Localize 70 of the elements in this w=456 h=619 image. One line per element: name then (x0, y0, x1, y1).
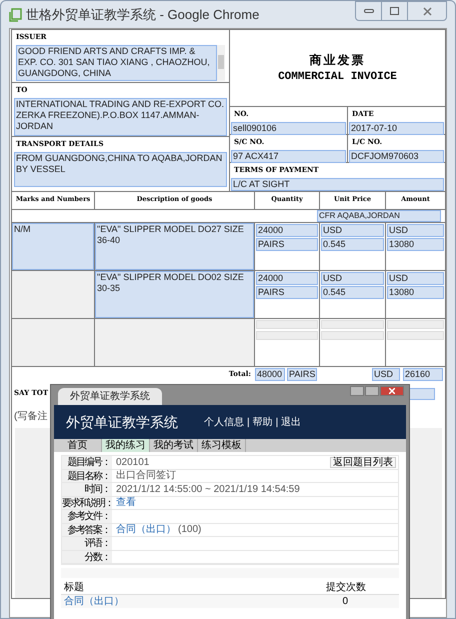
input-field[interactable] (256, 320, 318, 328)
input-field[interactable]: 0.545 (321, 238, 384, 250)
input-field[interactable]: sell090106 (231, 122, 346, 134)
field-label: 题目名称： (62, 470, 112, 482)
input-field[interactable]: 13080 (387, 238, 444, 250)
window-title: 世格外贸单证教学系统 - Google Chrome (26, 6, 260, 24)
table-link[interactable]: 合同（出口） (64, 595, 124, 608)
answer-link[interactable]: 合同（出口） (116, 523, 176, 536)
field-value: 出口合同签订 (116, 469, 176, 482)
text-area[interactable]: "EVA" SLIPPER MODEL DO27 SIZE 36-40 (95, 222, 254, 270)
text-area[interactable]: FROM GUANGDONG,CHINA TO AQABA,JORDAN BY VESSEL (14, 152, 227, 186)
header-link[interactable]: 退出 (281, 414, 302, 430)
input-field[interactable]: 24000 (256, 224, 318, 236)
text-area[interactable]: "EVA" SLIPPER MODEL DO02 SIZE 30-35 (95, 270, 254, 318)
table-cell: 0 (342, 595, 348, 608)
close-icon (389, 388, 395, 394)
column-header: 提交次数 (326, 581, 366, 594)
field-label: 参考答案： (62, 524, 112, 536)
separator-text: | (276, 416, 278, 430)
field-label: 时间： (62, 483, 112, 496)
input-field[interactable]: 26160 (403, 368, 443, 380)
input-field[interactable]: CFR AQABA,JORDAN (317, 210, 441, 222)
input-field[interactable]: 48000 (255, 368, 285, 380)
scrollbar-icon (217, 44, 225, 80)
input-field[interactable] (321, 320, 384, 328)
app-icon (9, 8, 22, 22)
back-button[interactable]: 返回题目列表 (330, 456, 396, 468)
invoice-title: 商业发票 (310, 52, 366, 69)
input-field[interactable]: 13080 (387, 286, 444, 298)
input-field[interactable]: 2017-07-10 (349, 122, 444, 134)
field-label: 评语： (62, 537, 112, 550)
input-field[interactable]: USD (372, 368, 400, 380)
input-field[interactable]: USD (321, 224, 384, 236)
input-field[interactable]: DCFJOM970603 (349, 150, 444, 162)
input-field[interactable] (387, 330, 444, 340)
input-field[interactable] (321, 330, 384, 340)
input-field[interactable]: 0.545 (321, 286, 384, 298)
column-header: 标题 (64, 581, 84, 594)
close-icon (422, 6, 432, 16)
separator-text: | (247, 416, 250, 430)
browser-tab[interactable]: 外贸单证教学系统 (58, 388, 162, 405)
text-area[interactable]: GOOD FRIEND ARTS AND CRAFTS IMP. & EXP. CO. 301 SAN TIAO XIANG , CHAOZHOU, GUANGDONG, CHINA (16, 44, 217, 80)
input-field[interactable] (256, 330, 318, 340)
input-field[interactable]: 97 ACX417 (231, 150, 346, 162)
header-link[interactable]: 帮助 (252, 414, 273, 430)
field-label: 要求和说明： (62, 496, 112, 509)
input-field[interactable]: PAIRS (287, 368, 317, 380)
input-field[interactable]: USD (321, 272, 384, 284)
field-label: 分数： (62, 550, 112, 563)
invoice-subtitle: COMMERCIAL INVOICE (278, 70, 397, 85)
field-label: 参考文件： (62, 510, 112, 522)
input-field[interactable]: USD (387, 224, 444, 236)
note-text: (写备注 (13, 410, 48, 424)
input-field[interactable] (387, 320, 444, 328)
text-area[interactable]: INTERNATIONAL TRADING AND RE-EXPORT CO. ZERKA FREEZONE).P.O.BOX 1147.AMMAN-JORDAN (14, 98, 227, 136)
field-value: 2021/1/12 14:55:00 ~ 2021/1/19 14:54:59 (116, 482, 300, 496)
input-field[interactable]: PAIRS (256, 286, 318, 298)
input-field[interactable]: PAIRS (256, 238, 318, 250)
answer-link[interactable]: 查看 (116, 496, 136, 510)
nav-tab[interactable]: 我的练习 (102, 439, 150, 452)
field-value: 020101 (116, 456, 150, 469)
input-field[interactable]: USD (387, 272, 444, 284)
input-field[interactable]: L/C AT SIGHT (231, 178, 444, 190)
field-label: 题目编号： (62, 456, 112, 468)
app-title: 外贸单证教学系统 (66, 412, 178, 432)
text-area[interactable]: N/M (12, 222, 94, 270)
score-text: (100) (178, 523, 202, 536)
input-field[interactable]: 24000 (256, 272, 318, 284)
close-button[interactable] (380, 386, 404, 396)
header-link[interactable]: 个人信息 (204, 414, 244, 430)
